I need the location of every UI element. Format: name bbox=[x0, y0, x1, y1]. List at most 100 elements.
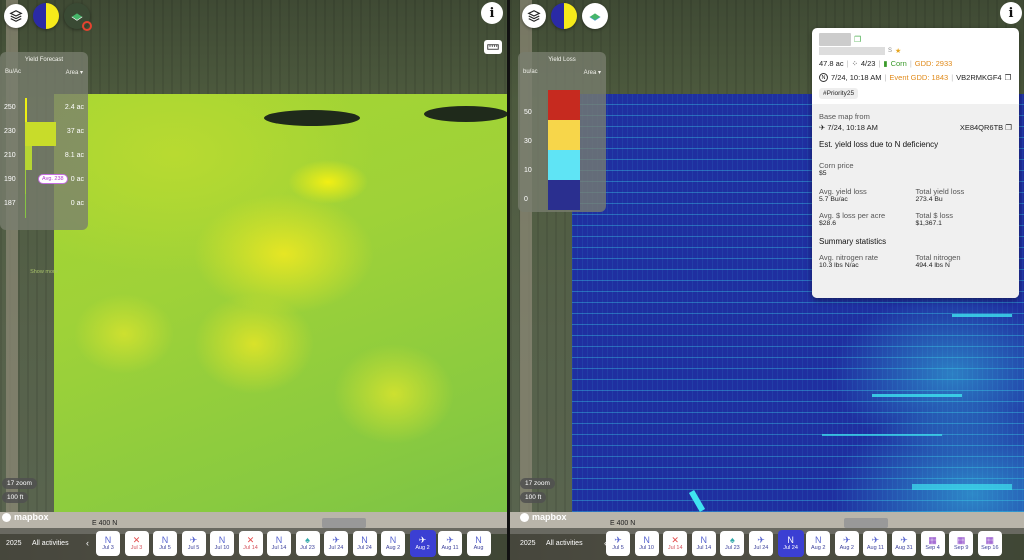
date-chip[interactable]: N Jul 14 bbox=[267, 531, 291, 556]
color-scheme-button[interactable] bbox=[551, 3, 577, 29]
legend-area: 37 ac bbox=[66, 128, 84, 135]
date-chip-label: Jul 14 bbox=[696, 545, 712, 551]
stat-label: Total yield loss bbox=[915, 187, 965, 196]
activity-icon: N bbox=[161, 535, 169, 545]
legend-value: 187 bbox=[4, 200, 16, 207]
yield-loss-map[interactable]: E 400 N i Yield Loss bu/ac Area ▾ 50 30 10… bbox=[510, 0, 1024, 560]
timeline-scroll-handle[interactable] bbox=[322, 518, 366, 528]
stat-value: $28.6 bbox=[819, 220, 837, 227]
show-more-link[interactable]: Show more bbox=[0, 269, 88, 275]
date-chip[interactable]: ♠ Jul 23 bbox=[295, 531, 320, 556]
date-chip[interactable]: N Aug 2 bbox=[806, 531, 831, 556]
color-scheme-button[interactable] bbox=[33, 3, 59, 29]
redacted-field-name bbox=[819, 33, 851, 46]
stat-item: Total $ loss $1,367.1 bbox=[916, 211, 1013, 227]
scale-label: 100 ft bbox=[520, 492, 547, 503]
activity-icon: ✕ bbox=[132, 535, 141, 545]
mapbox-attribution[interactable]: mapbox bbox=[520, 512, 567, 522]
legend-distribution-bar bbox=[25, 146, 32, 170]
corn-price-value: $5 bbox=[819, 170, 827, 177]
ruler-button[interactable] bbox=[484, 40, 502, 54]
info-button[interactable]: i bbox=[1000, 2, 1022, 24]
date-chip[interactable]: N Aug 2 bbox=[381, 531, 405, 556]
copy-icon[interactable]: ❐ bbox=[1005, 73, 1012, 82]
date-chip[interactable]: ▦ Sep 4 bbox=[920, 531, 945, 556]
date-chip[interactable]: ▦ Sep 16 bbox=[977, 531, 1002, 556]
priority-tag[interactable]: #Priority25 bbox=[819, 88, 859, 99]
loss-patch bbox=[872, 394, 962, 397]
activity-icon: N bbox=[389, 535, 397, 545]
date-chip-label: Jul 24 bbox=[328, 545, 344, 551]
date-chip[interactable]: N Jul 10 bbox=[634, 531, 659, 556]
date-chip[interactable]: ✈ Jul 24 bbox=[749, 531, 773, 556]
date-chip[interactable]: ✈ Aug 11 bbox=[863, 531, 888, 556]
legend-value: 230 bbox=[4, 128, 16, 135]
date-chip[interactable]: ▦ Sep 9 bbox=[949, 531, 974, 556]
loss-patch bbox=[822, 434, 942, 436]
layers-button[interactable] bbox=[4, 4, 28, 28]
basemap-toggle-button[interactable] bbox=[64, 3, 92, 31]
date-chip[interactable]: ✕ Jul 14 bbox=[663, 531, 688, 556]
info-icon: i bbox=[1008, 5, 1014, 21]
date-chip[interactable]: N Jul 24 bbox=[352, 531, 377, 556]
field-info-card: ❐ S ★ 47.8 ac | ⁘ 4/23 | ▮ Corn | GDD: 2… bbox=[812, 28, 1019, 298]
date-chip[interactable]: ♠ Jul 23 bbox=[720, 531, 745, 556]
section-title: Est. yield loss due to N deficiency bbox=[819, 140, 939, 149]
stat-label: Avg. yield loss bbox=[819, 187, 867, 196]
date-chip-label: Aug 11 bbox=[441, 545, 459, 551]
base-map-label: Base map from bbox=[819, 112, 870, 121]
activity-icon: N bbox=[814, 535, 822, 545]
activity-icon: N bbox=[361, 535, 368, 545]
star-icon[interactable]: ★ bbox=[895, 47, 901, 55]
stat-value: 5.7 Bu/ac bbox=[819, 196, 848, 203]
stat-label: Avg. $ loss per acre bbox=[819, 211, 886, 220]
copy-icon[interactable]: ❐ bbox=[854, 35, 861, 44]
date-chip[interactable]: ✕ Jul 3 bbox=[124, 531, 149, 556]
date-chip[interactable]: N Jul 10 bbox=[210, 531, 234, 556]
date-chip[interactable]: ✈ Aug 31 bbox=[892, 531, 916, 556]
date-chip[interactable]: N Jul 24 bbox=[777, 530, 804, 557]
date-chip[interactable]: ✈ Jul 5 bbox=[606, 531, 630, 556]
timeline-scroll-handle[interactable] bbox=[844, 518, 888, 528]
date-chip[interactable]: N Jul 5 bbox=[153, 531, 177, 556]
activity-icon: ▦ bbox=[985, 535, 995, 545]
date-chip[interactable]: ✈ Aug 2 bbox=[409, 530, 436, 557]
date-chip-label: Jul 24 bbox=[753, 545, 769, 551]
mapbox-attribution[interactable]: mapbox bbox=[2, 512, 49, 522]
date-chip-label: Jul 14 bbox=[667, 545, 683, 551]
summary-label: Total nitrogen bbox=[915, 253, 961, 262]
date-chip[interactable]: ✈ Aug 2 bbox=[834, 531, 859, 556]
corn-icon: ▮ bbox=[883, 59, 888, 68]
copy-icon[interactable]: ❐ bbox=[1005, 123, 1012, 132]
basemap-toggle-button[interactable] bbox=[582, 3, 608, 29]
event-gdd: Event GDD: 1843 bbox=[889, 73, 949, 82]
summary-stats-grid: Avg. nitrogen rate 10.3 lbs N/ac Total nit… bbox=[819, 253, 1012, 269]
yield-forecast-layer[interactable] bbox=[54, 94, 508, 512]
date-chip[interactable]: ✕ Jul 14 bbox=[238, 531, 263, 556]
all-activities-filter[interactable]: All activities bbox=[32, 540, 69, 547]
timeline-next-arrow-icon[interactable]: › bbox=[486, 538, 489, 548]
timeline-prev-arrow-icon[interactable]: ‹ bbox=[86, 538, 89, 548]
loss-patch bbox=[688, 489, 706, 513]
average-badge: Avg. 238 bbox=[38, 174, 68, 184]
area-sort-dropdown[interactable]: Area ▾ bbox=[584, 69, 601, 76]
activity-icon: ✈ bbox=[332, 535, 340, 545]
summary-value: 494.4 lbs N bbox=[915, 262, 950, 269]
date-chip[interactable]: N Jul 14 bbox=[691, 531, 716, 556]
yield-forecast-map[interactable]: E 400 N i Yield Forecast Bu/Ac Area ▾ 25… bbox=[0, 0, 508, 560]
activity-icon: N bbox=[700, 535, 708, 545]
all-activities-filter[interactable]: All activities bbox=[546, 540, 583, 547]
info-button[interactable]: i bbox=[481, 2, 503, 24]
area-sort-dropdown[interactable]: Area ▾ bbox=[66, 69, 83, 76]
date-chip-label: Aug 2 bbox=[811, 545, 826, 551]
date-chip[interactable]: ✈ Jul 5 bbox=[181, 531, 206, 556]
date-chip[interactable]: ✈ Aug 11 bbox=[438, 531, 462, 556]
layers-button[interactable] bbox=[522, 4, 546, 28]
legend-distribution-bar bbox=[25, 122, 57, 146]
date-chip-label: Jul 14 bbox=[271, 545, 287, 551]
farm-suffix: S bbox=[888, 48, 893, 54]
date-chip[interactable]: ✈ Jul 24 bbox=[324, 531, 348, 556]
dates-icon: ⁘ bbox=[851, 59, 858, 68]
date-chip[interactable]: N Jul 3 bbox=[96, 531, 120, 556]
area-label: Area bbox=[583, 70, 597, 76]
